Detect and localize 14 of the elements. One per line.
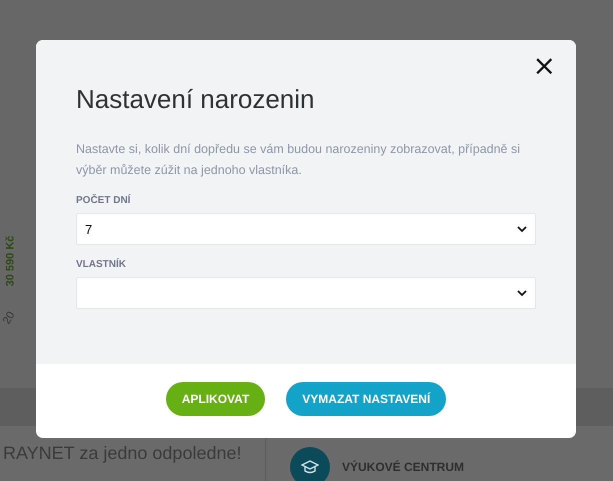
- close-button[interactable]: ×: [530, 52, 558, 80]
- learning-center-link[interactable]: VÝUKOVÉ CENTRUM: [342, 460, 464, 474]
- graduation-cap-icon[interactable]: [290, 446, 330, 481]
- chevron-down-icon: [517, 226, 527, 232]
- dialog-description: Nastavte si, kolik dní dopředu se vám budou narozeniny zobrazovat, případně si výběr můžete zúžit na jednoho vlastníka.: [76, 141, 522, 179]
- dialog-button[interactable]: VYMAZAT NASTAVENÍ: [286, 382, 446, 416]
- field-label: VLASTNÍK: [76, 259, 127, 270]
- dialog-button[interactable]: APLIKOVAT: [166, 382, 266, 416]
- amount-label: 30 590 Kč: [4, 236, 16, 286]
- select-field[interactable]: [76, 277, 536, 309]
- select-field[interactable]: 7: [76, 213, 536, 245]
- dialog-title: Nastavení narozenin: [76, 84, 316, 115]
- field-label: POČET DNÍ: [76, 195, 132, 206]
- chevron-down-icon: [517, 290, 527, 296]
